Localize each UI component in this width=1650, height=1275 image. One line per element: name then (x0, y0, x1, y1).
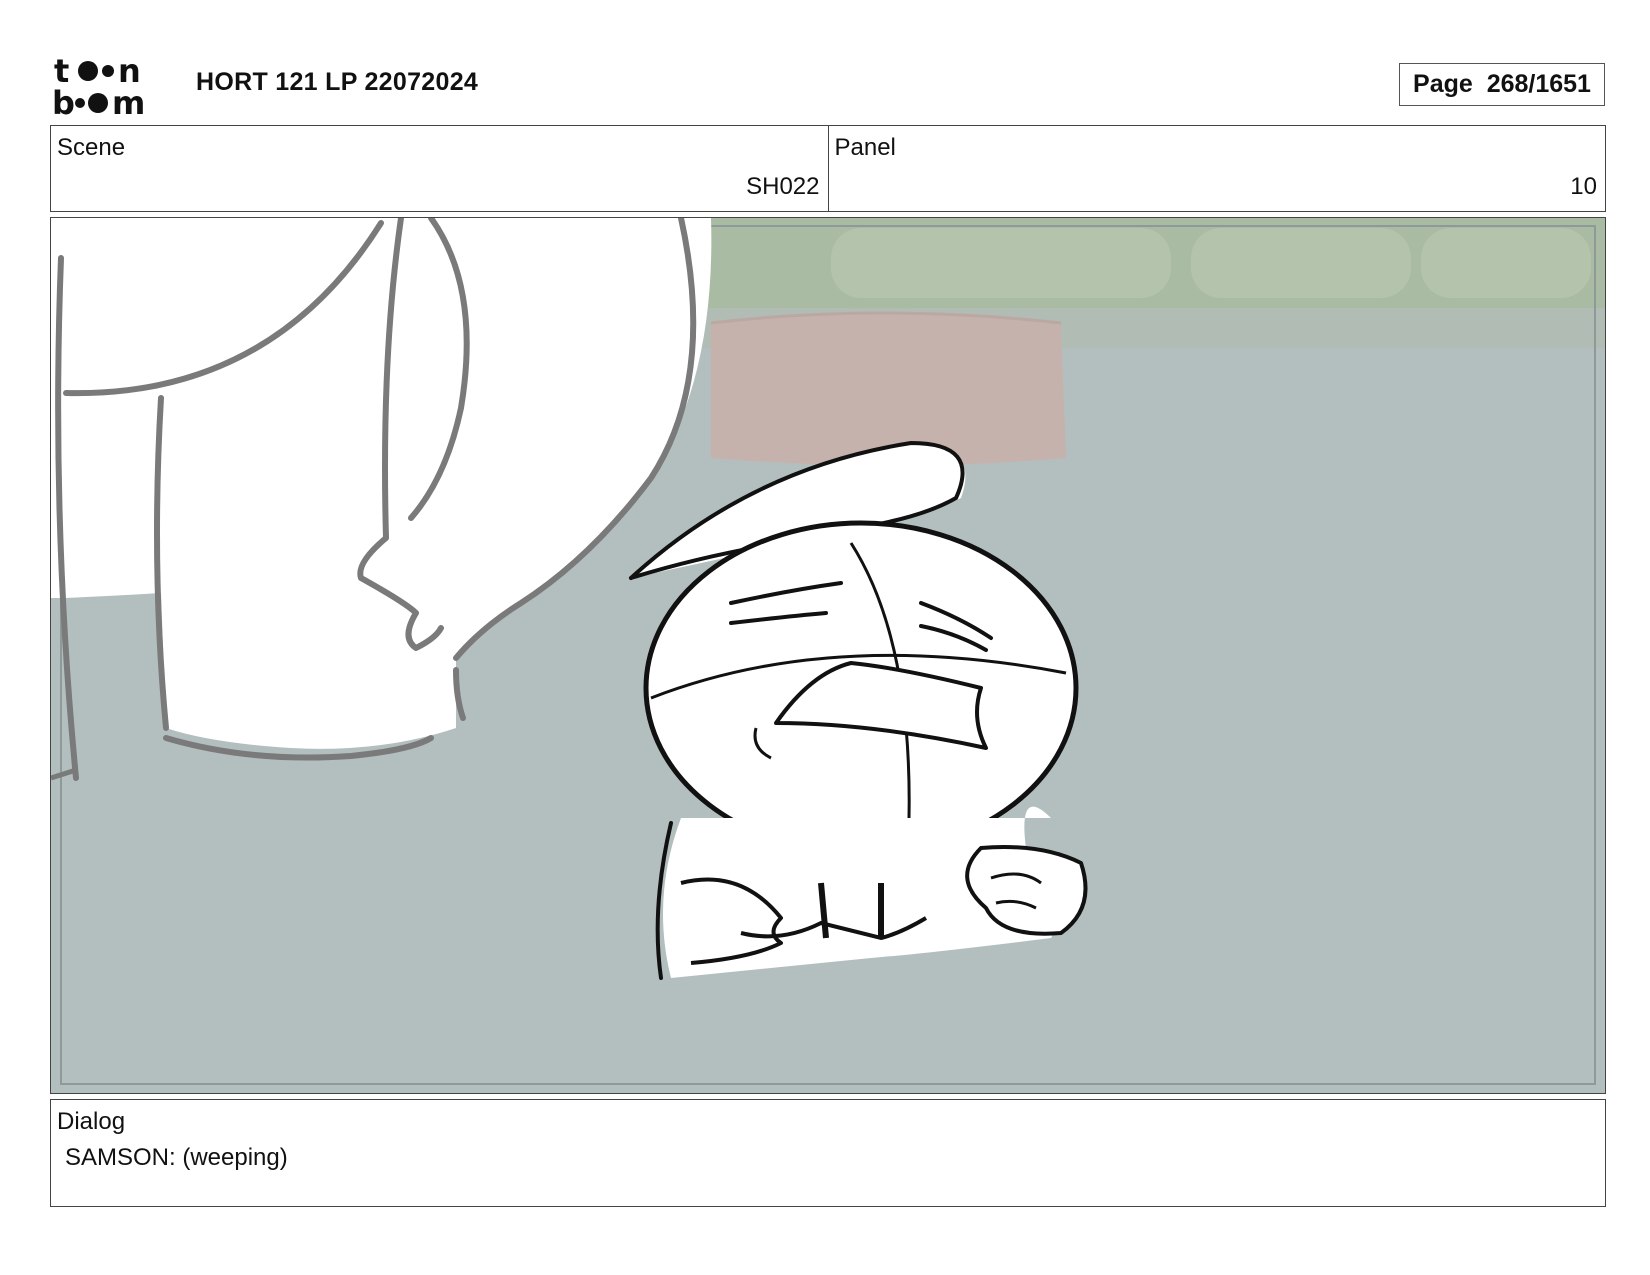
toon-boom-logo: t n b m (52, 52, 145, 118)
stool (711, 313, 1066, 466)
scene-panel-row: Scene SH022 Panel 10 (50, 125, 1606, 212)
storyboard-panel (50, 217, 1606, 1094)
scene-label: Scene (57, 134, 126, 161)
dialog-box: Dialog SAMSON: (weeping) (50, 1099, 1606, 1207)
panel-value: 10 (1570, 173, 1597, 200)
page-label: Page (1413, 70, 1473, 98)
scene-value: SH022 (746, 173, 820, 200)
panel-artwork (51, 218, 1605, 1093)
panel-label: Panel (834, 134, 896, 161)
dialog-text: SAMSON: (weeping) (65, 1144, 288, 1171)
document-title: HORT 121 LP 22072024 (196, 68, 479, 96)
dialog-label: Dialog (57, 1108, 126, 1135)
svg-text:b: b (52, 84, 75, 118)
page-indicator: Page 268/1651 (1399, 63, 1605, 106)
svg-text:m: m (112, 84, 145, 118)
scene-cell: Scene SH022 (51, 126, 828, 211)
page-number: 268/1651 (1486, 70, 1591, 98)
panel-cell: Panel 10 (827, 126, 1606, 211)
